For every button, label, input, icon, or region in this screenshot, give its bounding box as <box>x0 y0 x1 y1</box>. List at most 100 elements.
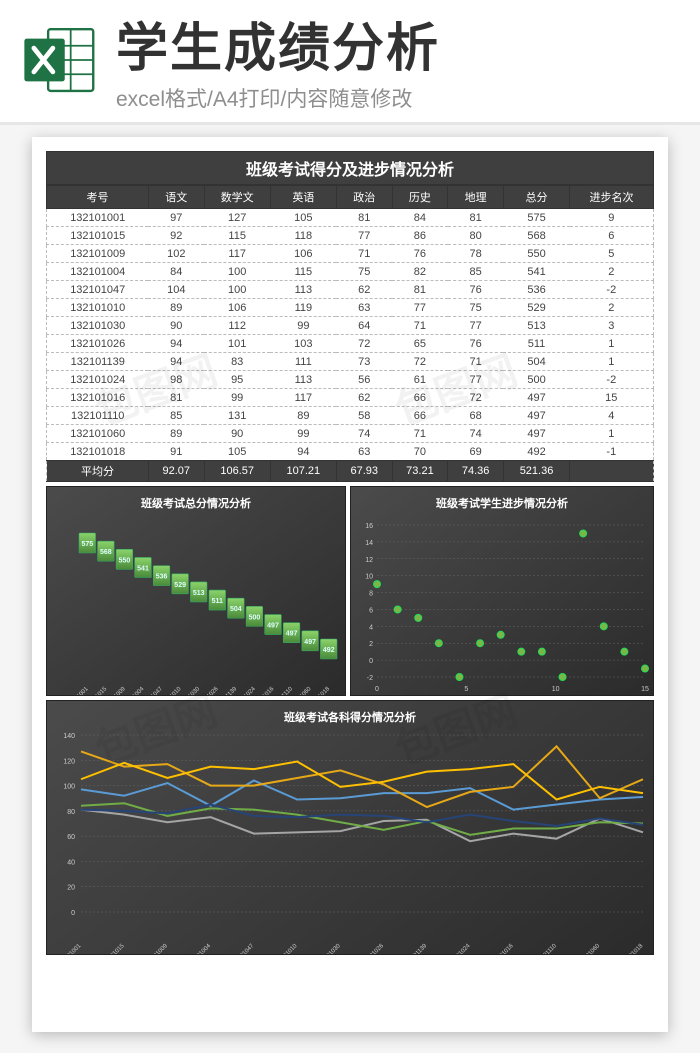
cell: 92 <box>148 227 204 245</box>
page-title: 学生成绩分析 <box>116 6 440 81</box>
cell: 497 <box>503 389 569 407</box>
cell: 70 <box>392 443 448 461</box>
table-row: 132101015921151187786805686 <box>47 227 654 245</box>
col-header: 语文 <box>148 186 204 209</box>
cell: 69 <box>448 443 504 461</box>
chart-progress: 班级考试学生进步情况分析 -20246810121416051015 <box>350 486 654 696</box>
avg-cell: 73.21 <box>392 461 448 482</box>
svg-text:80: 80 <box>67 809 75 816</box>
table-row: 132101026941011037265765111 <box>47 335 654 353</box>
cell: 62 <box>336 281 392 299</box>
cell: 117 <box>270 389 336 407</box>
svg-text:492: 492 <box>323 647 335 654</box>
svg-text:132101009: 132101009 <box>143 943 169 954</box>
table-row: 13210103090112996471775133 <box>47 317 654 335</box>
cell: 85 <box>448 263 504 281</box>
svg-text:500: 500 <box>249 614 261 621</box>
svg-text:132101004: 132101004 <box>187 943 213 954</box>
cell: 95 <box>204 371 270 389</box>
svg-text:575: 575 <box>81 541 93 548</box>
cell: 132101060 <box>47 425 149 443</box>
cell: 66 <box>392 407 448 425</box>
chart-title: 班级考试总分情况分析 <box>47 487 345 515</box>
cell: 541 <box>503 263 569 281</box>
svg-text:132101001: 132101001 <box>64 686 90 695</box>
svg-text:132101060: 132101060 <box>576 943 602 954</box>
svg-text:132101030: 132101030 <box>316 943 342 954</box>
cell: 118 <box>270 227 336 245</box>
cell: 80 <box>448 227 504 245</box>
cell: 511 <box>503 335 569 353</box>
avg-cell: 74.36 <box>448 461 504 482</box>
cell: 4 <box>570 407 654 425</box>
cell: 90 <box>204 425 270 443</box>
cell: 100 <box>204 281 270 299</box>
svg-text:536: 536 <box>156 574 168 581</box>
cell: 99 <box>270 425 336 443</box>
svg-text:132101024: 132101024 <box>446 943 472 954</box>
subjects-plot: 0204060801001201401321010011321010151321… <box>47 729 655 954</box>
chart-title: 班级考试各科得分情况分析 <box>47 701 653 729</box>
svg-text:132101110: 132101110 <box>533 943 558 954</box>
svg-text:568: 568 <box>100 549 112 556</box>
svg-text:132101015: 132101015 <box>100 943 126 954</box>
col-header: 英语 <box>270 186 336 209</box>
svg-text:8: 8 <box>369 591 373 598</box>
cell: 90 <box>148 317 204 335</box>
cell: 99 <box>270 317 336 335</box>
svg-text:40: 40 <box>67 859 75 866</box>
svg-text:0: 0 <box>375 686 379 693</box>
avg-cell <box>570 461 654 482</box>
svg-text:529: 529 <box>174 582 186 589</box>
cell: 9 <box>570 209 654 227</box>
svg-text:2: 2 <box>369 641 373 648</box>
svg-text:497: 497 <box>304 639 316 646</box>
cell: 72 <box>336 335 392 353</box>
cell: 492 <box>503 443 569 461</box>
cell: 83 <box>204 353 270 371</box>
cell: 71 <box>392 425 448 443</box>
cell: 536 <box>503 281 569 299</box>
table-row: 132101010891061196377755292 <box>47 299 654 317</box>
cell: 568 <box>503 227 569 245</box>
col-header: 历史 <box>392 186 448 209</box>
header-text: 学生成绩分析 excel格式/A4打印/内容随意修改 <box>116 6 440 113</box>
score-table: 考号语文数学文英语政治历史地理总分进步名次 132101001971271058… <box>46 185 654 482</box>
cell: 85 <box>148 407 204 425</box>
cell: 102 <box>148 245 204 263</box>
col-header: 进步名次 <box>570 186 654 209</box>
cell: 76 <box>448 281 504 299</box>
cell: 103 <box>270 335 336 353</box>
svg-text:132101047: 132101047 <box>230 943 256 954</box>
cell: 91 <box>148 443 204 461</box>
cell: 73 <box>336 353 392 371</box>
cell: 132101001 <box>47 209 149 227</box>
cell: 132101026 <box>47 335 149 353</box>
cell: 76 <box>392 245 448 263</box>
cell: 89 <box>148 425 204 443</box>
svg-text:16: 16 <box>365 523 373 530</box>
table-row: 132101001971271058184815759 <box>47 209 654 227</box>
cell: 132101110 <box>47 407 149 425</box>
svg-text:132101018: 132101018 <box>619 943 645 954</box>
cell: 575 <box>503 209 569 227</box>
svg-text:550: 550 <box>119 557 131 564</box>
svg-text:14: 14 <box>365 540 373 547</box>
cell: 100 <box>204 263 270 281</box>
cell: 74 <box>448 425 504 443</box>
cell: 1 <box>570 425 654 443</box>
col-header: 政治 <box>336 186 392 209</box>
cell: 101 <box>204 335 270 353</box>
cell: 81 <box>148 389 204 407</box>
cell: -2 <box>570 281 654 299</box>
svg-text:541: 541 <box>137 565 149 572</box>
cell: 58 <box>336 407 392 425</box>
table-title: 班级考试得分及进步情况分析 <box>46 151 654 185</box>
cell: 72 <box>392 353 448 371</box>
cell: 77 <box>392 299 448 317</box>
cell: 84 <box>392 209 448 227</box>
cell: 497 <box>503 425 569 443</box>
table-row: 1321010189110594637069492-1 <box>47 443 654 461</box>
top-charts-row: 班级考试总分情况分析 57556855054153652951351150450… <box>46 486 654 696</box>
cell: 1 <box>570 353 654 371</box>
